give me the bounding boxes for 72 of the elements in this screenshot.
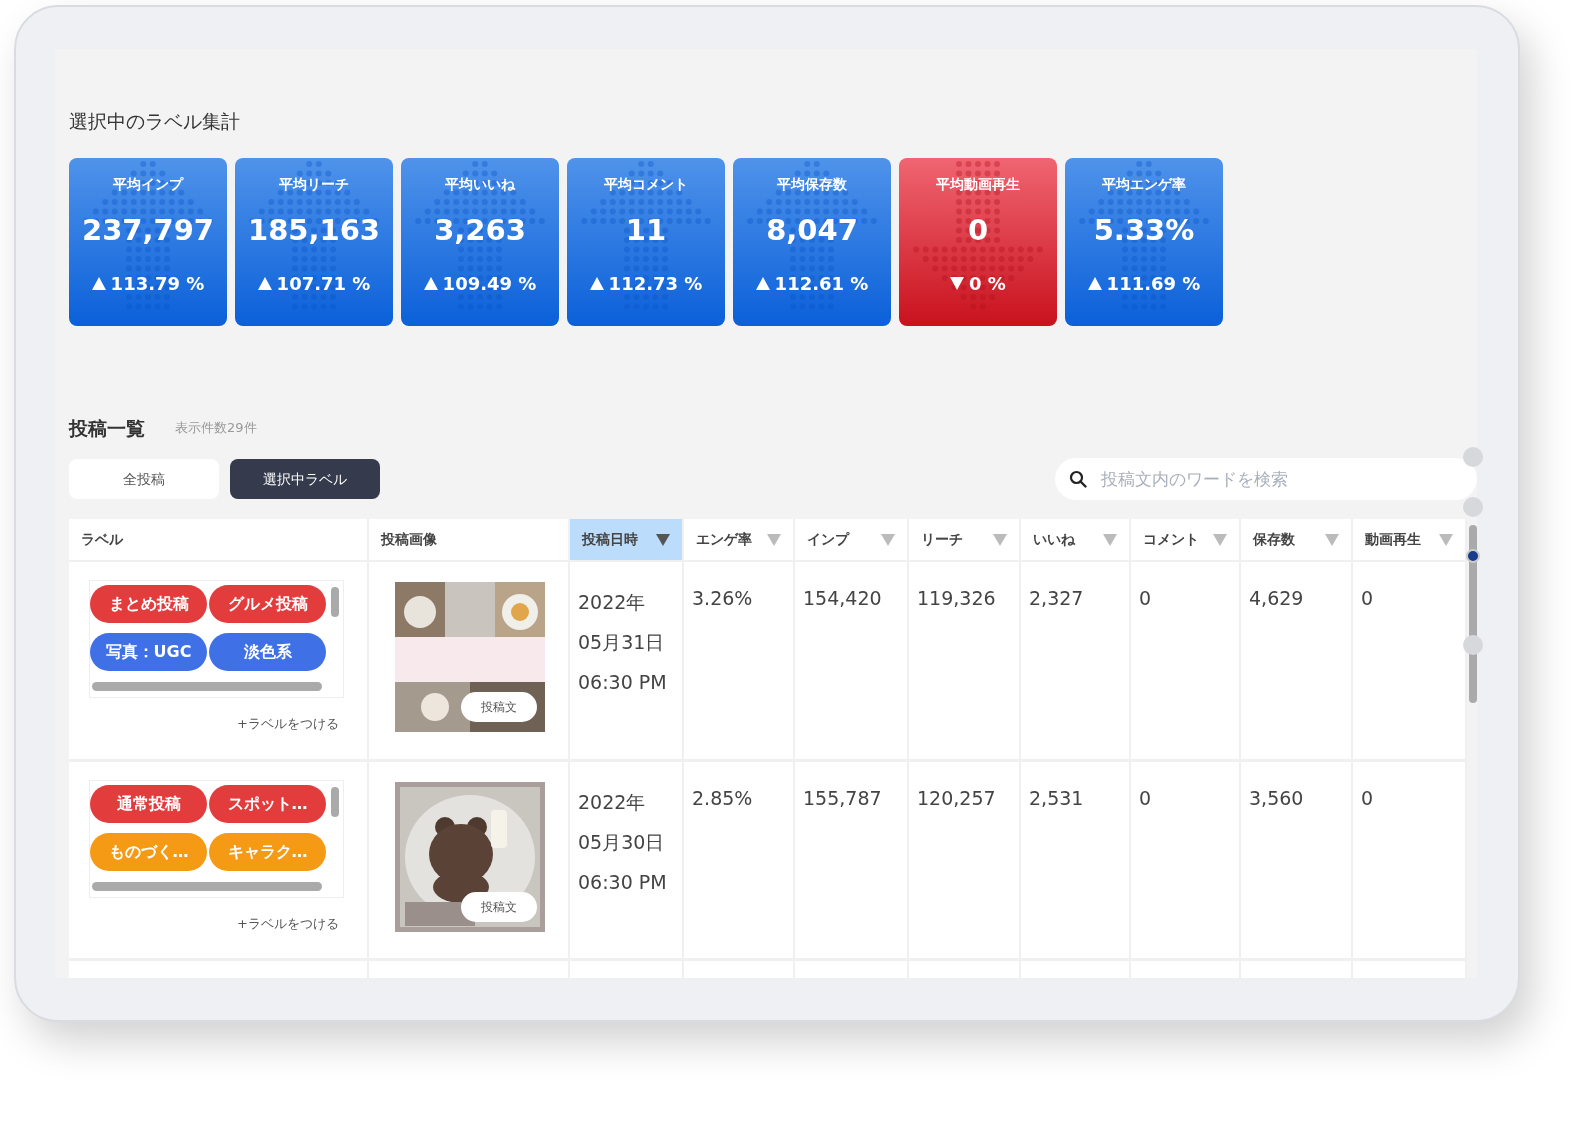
stat-title: 平均エンゲ率 xyxy=(1101,174,1187,194)
label-tag[interactable]: 淡色系 xyxy=(209,633,326,671)
section-title: 投稿一覧 xyxy=(69,415,145,441)
column-header[interactable]: エンゲ率 xyxy=(683,519,794,561)
stat-change: 109.49 % xyxy=(442,272,537,296)
table-cell-text: 0 xyxy=(1360,586,1375,611)
label-tag[interactable]: 通常投稿 xyxy=(90,784,207,823)
stat-value: 3,263 xyxy=(433,211,527,249)
scrollbar[interactable] xyxy=(92,881,322,891)
search-field[interactable]: 投稿文内のワードを検索 xyxy=(1055,458,1477,500)
stat-value: 8,047 xyxy=(765,211,859,249)
label-tag[interactable]: スポット… xyxy=(209,784,326,823)
table-cell-text: 0 xyxy=(1360,785,1375,811)
stat-change: 112.61 % xyxy=(774,272,869,296)
column-header[interactable]: 保存数 xyxy=(1240,519,1352,561)
label-tag[interactable]: グルメ投稿 xyxy=(209,585,326,623)
stat-change: 0 % xyxy=(969,272,1006,296)
table-cell-text: 3,560 xyxy=(1248,785,1305,811)
date-text: 05月30日 xyxy=(578,829,666,855)
table-cell-text: 2.85% xyxy=(691,785,754,811)
post-text-button[interactable]: 投稿文 xyxy=(461,692,537,722)
column-header[interactable]: 動画再生 xyxy=(1352,519,1466,561)
tab[interactable]: 選択中ラベル xyxy=(230,459,380,499)
stat-value: 185,163 xyxy=(246,211,382,249)
scrollbar[interactable] xyxy=(92,682,322,691)
table-cell-text: 3.26% xyxy=(691,586,754,611)
stat-title: 平均コメント xyxy=(603,174,689,194)
camera-icon xyxy=(1466,549,1480,563)
column-header[interactable]: インプ xyxy=(794,519,908,561)
stat-value: 237,797 xyxy=(80,211,216,249)
date-text: 2022年 xyxy=(578,590,647,615)
label-tag[interactable]: 写真：UGC xyxy=(90,633,207,671)
table-cell-text: 2,531 xyxy=(1028,785,1085,811)
stat-change: 113.79 % xyxy=(110,272,205,296)
column-header: 投稿画像 xyxy=(368,519,569,561)
stat-change: 112.73 % xyxy=(608,272,703,296)
date-text: 05月31日 xyxy=(578,630,666,655)
stat-value: 11 xyxy=(624,211,668,249)
table-cell-text: 2,327 xyxy=(1028,586,1085,611)
stat-title: 平均インプ xyxy=(112,174,185,194)
add-label-link[interactable]: +ラベルをつける xyxy=(237,716,339,731)
table-cell-text: 120,257 xyxy=(916,785,997,811)
column-header[interactable]: リーチ xyxy=(908,519,1020,561)
date-text: 06:30 PM xyxy=(578,670,668,695)
tab[interactable]: 全投稿 xyxy=(69,459,219,499)
stat-change: 107.71 % xyxy=(276,272,371,296)
stat-title: 平均いいね xyxy=(444,174,516,194)
column-header[interactable]: いいね xyxy=(1020,519,1130,561)
add-label-link[interactable]: +ラベルをつける xyxy=(237,915,339,931)
count-label: 表示件数29件 xyxy=(175,419,257,437)
table-cell-text: 154,420 xyxy=(802,586,883,611)
label-tag[interactable]: まとめ投稿 xyxy=(90,585,207,623)
date-text: 2022年 xyxy=(578,789,647,815)
stat-change: 111.69 % xyxy=(1106,272,1201,296)
stat-value: 0 xyxy=(966,211,990,249)
date-text: 06:30 PM xyxy=(578,869,668,895)
table-cell-text: 119,326 xyxy=(916,586,997,611)
column-header[interactable]: 投稿日時 xyxy=(569,519,683,561)
table-cell-text: 0 xyxy=(1138,785,1153,811)
column-header[interactable]: コメント xyxy=(1130,519,1240,561)
stat-title: 平均リーチ xyxy=(278,174,350,194)
stat-title: 平均保存数 xyxy=(776,174,848,194)
stat-title: 平均動画再生 xyxy=(935,174,1021,194)
scrollbar[interactable] xyxy=(331,587,339,617)
table-cell-text: 0 xyxy=(1138,586,1153,611)
scrollbar[interactable] xyxy=(331,786,339,817)
section-title: 選択中のラベル集計 xyxy=(69,109,241,134)
stat-value: 5.33% xyxy=(1092,211,1196,249)
sort-icon[interactable] xyxy=(656,533,670,546)
table-cell-text: 155,787 xyxy=(802,785,883,811)
column-header: ラベル xyxy=(69,519,368,561)
table-cell-text: 4,629 xyxy=(1248,586,1305,611)
